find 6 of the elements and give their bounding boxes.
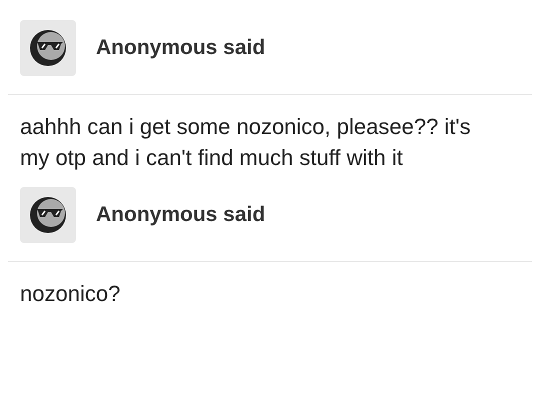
avatar-icon [20, 20, 76, 76]
author-name: Anonymous said [96, 36, 266, 60]
message-text: aahhh can i get some nozonico, pleasee?? it's my otp and i can't find much stuff with it [19, 113, 472, 172]
author-name: Anonymous said [96, 203, 266, 227]
avatar-icon [20, 187, 76, 243]
message-text: nozonico? [19, 280, 122, 308]
